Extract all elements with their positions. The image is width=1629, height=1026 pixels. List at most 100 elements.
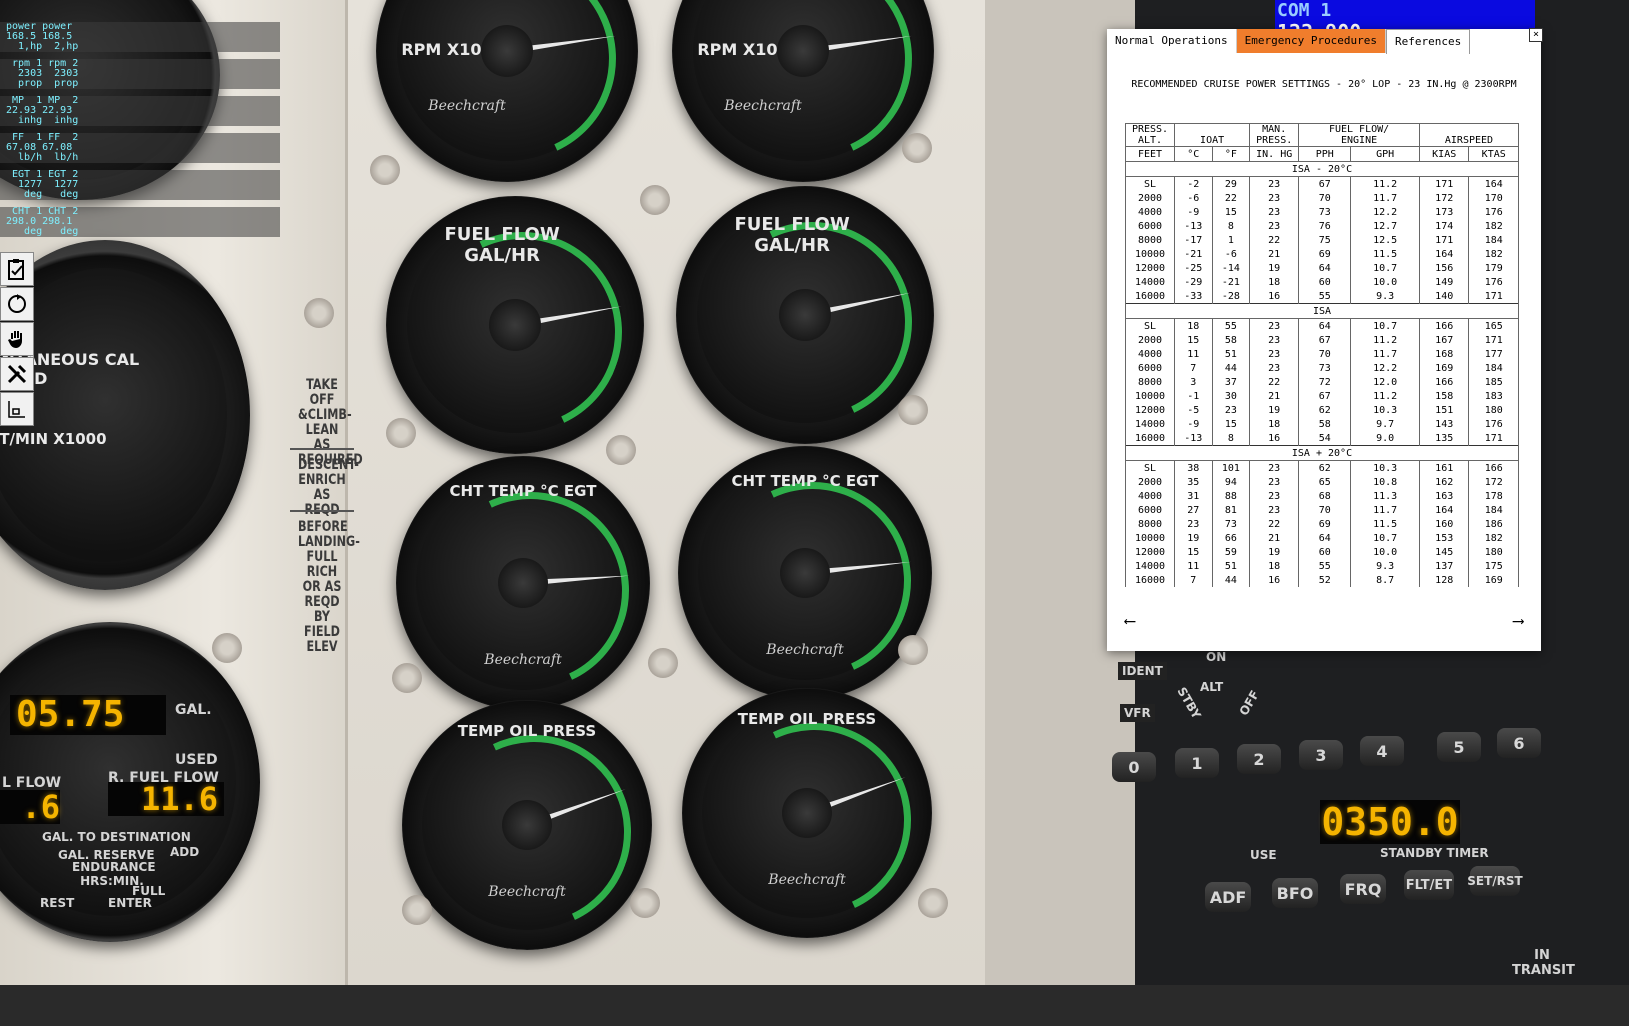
table-cell: 67 [1298, 333, 1352, 347]
table-cell: 169 [1468, 573, 1519, 587]
hand-button[interactable] [0, 322, 34, 356]
table-cell: 11 [1174, 347, 1213, 361]
add-label: ADD [170, 845, 200, 859]
table-cell: -33 [1174, 289, 1213, 304]
table-row: 10000 19 66 21 64 10.7 153 182 [1125, 531, 1519, 545]
table-cell: 10.7 [1350, 531, 1420, 545]
close-icon[interactable]: × [1529, 28, 1543, 42]
table-cell: 12.0 [1350, 375, 1420, 389]
readout-egt: EGT 1 EGT 2 1277 1277 deg deg [0, 170, 280, 204]
table-cell: 15 [1174, 333, 1213, 347]
table-cell: 64 [1298, 261, 1352, 275]
xpdr-button-3[interactable]: 3 [1299, 740, 1343, 770]
table-cell: 23 [1249, 503, 1300, 517]
table-section-row: ISA - 20°C [1125, 161, 1519, 177]
xpdr-button-2[interactable]: 2 [1237, 744, 1281, 774]
window-tabs: Normal Operations Emergency Procedures R… [1107, 29, 1471, 54]
table-cell: 55 [1211, 318, 1251, 333]
panel-screw [898, 395, 928, 425]
gauge-title: RPM X100 [401, 40, 493, 59]
table-cell: -21 [1174, 247, 1213, 261]
unit-cell: PPH [1298, 146, 1352, 162]
fuel-flow-display: 11.6 [108, 782, 224, 816]
section-label: ISA [1125, 303, 1519, 319]
vsi-unit: FT/MIN X1000 [0, 430, 107, 448]
tab-normal-operations[interactable]: Normal Operations [1107, 29, 1237, 53]
table-cell: -6 [1211, 247, 1251, 261]
table-row: 12000 15 59 19 60 10.0 145 180 [1125, 545, 1519, 559]
table-cell: 180 [1468, 403, 1519, 417]
next-page-arrow[interactable]: ⟶ [1513, 611, 1523, 630]
reference-title: RECOMMENDED CRUISE POWER SETTINGS - 20° … [1131, 79, 1517, 90]
table-cell: 23 [1249, 361, 1300, 375]
rest-label: REST [40, 896, 75, 910]
cht-egt-gauge-right: CHT TEMP °C EGT Beechcraft [678, 446, 939, 707]
previous-page-arrow[interactable]: ⟵ [1125, 611, 1135, 630]
refresh-icon [8, 294, 26, 313]
gauge-title: FUEL FLOW GAL/HR [444, 224, 560, 266]
chart-button[interactable] [0, 392, 34, 426]
table-cell: 164 [1418, 247, 1470, 261]
xpdr-button-5[interactable]: 5 [1437, 732, 1481, 762]
chart-icon [8, 401, 25, 418]
table-cell: 58 [1211, 333, 1251, 347]
xpdr-button-6[interactable]: 6 [1497, 728, 1541, 758]
table-cell: -6 [1174, 191, 1213, 205]
checklist-button[interactable] [0, 252, 34, 286]
table-row: SL -2 29 23 67 11.2 171 164 [1125, 176, 1519, 191]
vfr-label[interactable]: VFR [1120, 704, 1155, 722]
table-cell: 22 [1249, 375, 1300, 389]
com-label: COM 1 [1277, 0, 1332, 21]
placard-rule [290, 510, 354, 512]
table-cell: 37 [1211, 375, 1251, 389]
table-cell: -1 [1174, 389, 1213, 403]
table-cell: 1 [1211, 233, 1251, 247]
table-cell: 16 [1249, 289, 1300, 304]
table-cell: 55 [1298, 289, 1352, 304]
flt-et-button[interactable]: FLT/ET [1404, 870, 1454, 900]
gauge-brand: Beechcraft [488, 884, 566, 900]
table-cell: 8 [1211, 219, 1251, 233]
table-row: 14000 -29 -21 18 60 10.0 149 176 [1125, 275, 1519, 289]
table-cell: 11.2 [1350, 389, 1420, 403]
use-label: USE [1250, 848, 1277, 862]
table-cell: 69 [1298, 247, 1352, 261]
fuel-used-display: 05.75 [10, 695, 166, 735]
table-section-row: ISA [1125, 303, 1519, 319]
table-cell: 9.3 [1350, 289, 1420, 304]
xpdr-button-4[interactable]: 4 [1360, 736, 1404, 766]
table-cell: 175 [1468, 559, 1519, 573]
table-cell: 2000 [1125, 475, 1175, 489]
refresh-button[interactable] [0, 287, 34, 321]
gal-label: GAL. [175, 702, 212, 718]
xpdr-button-1[interactable]: 1 [1175, 748, 1219, 778]
table-cell: 21 [1249, 531, 1300, 545]
table-cell: 7 [1174, 573, 1213, 587]
tools-button[interactable] [0, 357, 34, 391]
table-cell: 101 [1211, 460, 1251, 475]
readout-mp: MP 1 MP 2 22.93 22.93 inhg inhg [0, 96, 280, 130]
table-cell: 67 [1298, 176, 1352, 191]
table-cell: 62 [1298, 403, 1352, 417]
table-cell: -29 [1174, 275, 1213, 289]
table-cell: 173 [1418, 205, 1470, 219]
set-rst-button[interactable]: SET/RST [1467, 866, 1523, 896]
frq-button[interactable]: FRQ [1340, 874, 1386, 904]
table-cell: 19 [1249, 545, 1300, 559]
bfo-button[interactable]: BFO [1272, 878, 1318, 908]
tab-emergency-procedures[interactable]: Emergency Procedures [1236, 29, 1387, 53]
xpdr-button-0[interactable]: 0 [1112, 752, 1156, 782]
table-cell: 16 [1249, 573, 1300, 587]
table-cell: 15 [1211, 417, 1251, 431]
table-cell: 12000 [1125, 403, 1175, 417]
panel-screw [392, 663, 422, 693]
placard-rule [290, 448, 354, 450]
table-cell: 23 [1249, 176, 1300, 191]
table-cell: 128 [1418, 573, 1470, 587]
ident-label[interactable]: IDENT [1118, 662, 1167, 680]
panel-screw [630, 888, 660, 918]
tab-references[interactable]: References [1386, 29, 1471, 54]
table-row: 8000 3 37 22 72 12.0 166 185 [1125, 375, 1519, 389]
adf-button[interactable]: ADF [1205, 882, 1251, 912]
table-cell: 69 [1298, 517, 1352, 531]
